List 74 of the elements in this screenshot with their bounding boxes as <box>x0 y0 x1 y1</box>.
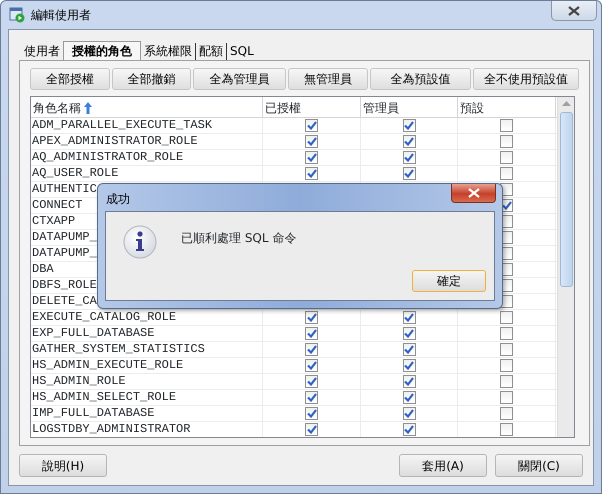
table-cell: EXP_FULL_DATABASE <box>31 326 263 341</box>
checkbox[interactable] <box>402 327 416 340</box>
column-header[interactable]: 已授權 <box>265 99 301 117</box>
checkbox[interactable] <box>305 423 318 436</box>
table-cell: APEX_ADMINISTRATOR_ROLE <box>31 134 263 149</box>
checkbox[interactable] <box>500 119 513 132</box>
table-cell: LOGSTDBY_ADMINISTRATOR <box>31 422 263 437</box>
info-icon <box>122 224 158 260</box>
checkbox[interactable] <box>305 359 318 372</box>
checkbox[interactable] <box>500 343 513 356</box>
table-cell: EXECUTE_CATALOG_ROLE <box>31 310 263 325</box>
table-cell: IMP_FULL_DATABASE <box>31 406 263 421</box>
checkbox[interactable] <box>402 391 416 404</box>
footer-button[interactable]: 關閉(C) <box>495 454 583 477</box>
app-icon <box>9 7 25 23</box>
checkbox[interactable] <box>305 375 318 388</box>
checkbox[interactable] <box>305 151 318 164</box>
dialog-close-button[interactable] <box>451 184 496 203</box>
checkbox[interactable] <box>402 359 416 372</box>
table-cell: AQ_ADMINISTRATOR_ROLE <box>31 150 263 165</box>
tab[interactable]: 使用者 <box>21 43 63 60</box>
action-button[interactable]: 全部授權 <box>30 68 110 90</box>
checkbox[interactable] <box>305 135 318 148</box>
column-header[interactable]: 角色名稱 <box>33 99 81 117</box>
action-button[interactable]: 無管理員 <box>288 68 368 90</box>
close-icon <box>568 6 580 16</box>
checkbox[interactable] <box>305 119 318 132</box>
scrollbar-thumb[interactable] <box>560 112 572 287</box>
table-cell: HS_ADMIN_ROLE <box>31 374 263 389</box>
checkbox[interactable] <box>305 327 318 340</box>
ok-button[interactable]: 確定 <box>412 270 486 292</box>
checkbox[interactable] <box>500 167 513 180</box>
checkbox[interactable] <box>402 375 416 388</box>
sort-arrow-icon <box>84 102 92 114</box>
checkbox[interactable] <box>402 119 416 132</box>
table-cell: AQ_USER_ROLE <box>31 166 263 181</box>
checkbox[interactable] <box>500 375 513 388</box>
table-cell: HS_ADMIN_EXECUTE_ROLE <box>31 358 263 373</box>
action-button[interactable]: 全為預設值 <box>370 68 472 90</box>
checkbox[interactable] <box>500 327 513 340</box>
checkbox[interactable] <box>305 391 318 404</box>
checkbox[interactable] <box>402 311 416 324</box>
checkbox[interactable] <box>500 135 513 148</box>
footer-button[interactable]: 套用(A) <box>399 454 487 477</box>
table-cell: ADM_PARALLEL_EXECUTE_TASK <box>31 118 263 133</box>
checkbox[interactable] <box>305 311 318 324</box>
tab[interactable]: 系統權限 <box>141 43 195 60</box>
checkbox[interactable] <box>402 167 416 180</box>
checkbox[interactable] <box>500 407 513 420</box>
footer-button[interactable]: 說明(H) <box>19 454 107 477</box>
close-button[interactable] <box>551 1 597 21</box>
checkbox[interactable] <box>305 167 318 180</box>
checkbox[interactable] <box>402 343 416 356</box>
checkbox[interactable] <box>500 311 513 324</box>
checkbox[interactable] <box>500 151 513 164</box>
checkbox[interactable] <box>402 407 416 420</box>
checkbox[interactable] <box>500 423 513 436</box>
table-cell: GATHER_SYSTEM_STATISTICS <box>31 342 263 357</box>
column-header[interactable]: 管理員 <box>363 99 399 117</box>
checkbox[interactable] <box>402 151 416 164</box>
action-button[interactable]: 全為管理員 <box>193 68 286 90</box>
action-button[interactable]: 全部撤銷 <box>112 68 192 90</box>
checkbox[interactable] <box>305 407 318 420</box>
checkbox[interactable] <box>402 135 416 148</box>
column-header[interactable]: 預設 <box>460 99 484 117</box>
close-icon <box>468 188 480 198</box>
checkbox[interactable] <box>402 423 416 436</box>
action-button[interactable]: 全不使用預設值 <box>473 68 579 90</box>
window-title: 編輯使用者 <box>31 7 91 24</box>
checkbox[interactable] <box>305 343 318 356</box>
table-cell: HS_ADMIN_SELECT_ROLE <box>31 390 263 405</box>
tab[interactable]: 授權的角色 <box>63 41 141 60</box>
checkbox[interactable] <box>500 391 513 404</box>
checkbox[interactable] <box>500 359 513 372</box>
